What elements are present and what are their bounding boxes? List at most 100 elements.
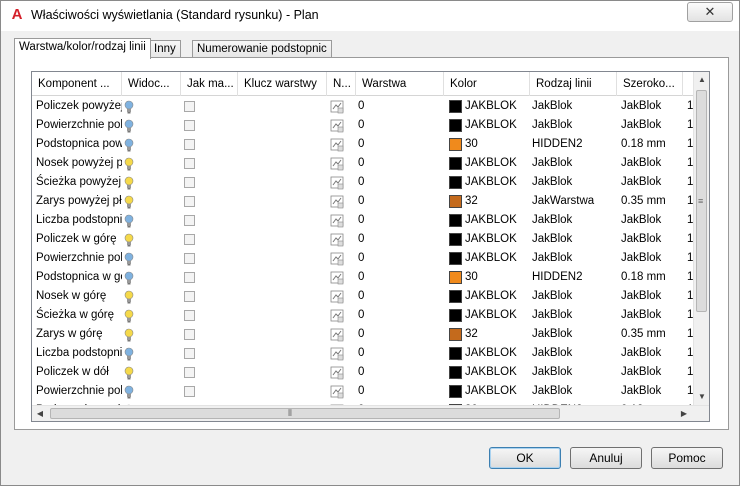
- linetype-cell[interactable]: JakBlok: [532, 116, 616, 135]
- linetype-cell[interactable]: JakBlok: [532, 173, 616, 192]
- lightbulb-on-icon[interactable]: [124, 287, 144, 306]
- by-block-checkbox[interactable]: [184, 234, 195, 245]
- by-block-checkbox[interactable]: [184, 329, 195, 340]
- layer-cell[interactable]: 0: [358, 154, 408, 173]
- tab-inny[interactable]: Inny: [149, 40, 181, 58]
- by-block-checkbox[interactable]: [184, 215, 195, 226]
- lightbulb-on-icon[interactable]: [124, 325, 144, 344]
- plot-style-icon[interactable]: [330, 382, 346, 401]
- layer-cell[interactable]: 0: [358, 344, 408, 363]
- linetype-cell[interactable]: JakBlok: [532, 382, 616, 401]
- linetype-cell[interactable]: JakBlok: [532, 287, 616, 306]
- layer-cell[interactable]: 0: [358, 211, 408, 230]
- lightbulb-on-icon[interactable]: [124, 154, 144, 173]
- color-cell[interactable]: 32: [465, 192, 529, 211]
- lightbulb-on-icon[interactable]: [124, 363, 144, 382]
- lineweight-cell[interactable]: JakBlok: [621, 211, 683, 230]
- lineweight-cell[interactable]: JakBlok: [621, 382, 683, 401]
- plot-style-icon[interactable]: [330, 97, 346, 116]
- linetype-cell[interactable]: HIDDEN2: [532, 135, 616, 154]
- plot-style-icon[interactable]: [330, 230, 346, 249]
- component-cell[interactable]: Powierzchnie polic: [36, 382, 122, 401]
- color-cell[interactable]: JAKBLOK: [465, 249, 529, 268]
- table-row[interactable]: Zarys powyżej pła 0 32 JakWarstwa 0.35 mm 1: [32, 192, 694, 211]
- component-cell[interactable]: Liczba podstopnic: [36, 344, 122, 363]
- lightbulb-off-icon[interactable]: [124, 116, 144, 135]
- table-row[interactable]: Ścieżka powyżej p 0 JAKBLOK JakBlok JakBlok 1: [32, 173, 694, 192]
- layer-cell[interactable]: 0: [358, 287, 408, 306]
- lightbulb-off-icon[interactable]: [124, 97, 144, 116]
- layer-cell[interactable]: 0: [358, 268, 408, 287]
- table-row[interactable]: Liczba podstopnic 0 JAKBLOK JakBlok JakBlok 1: [32, 211, 694, 230]
- linetype-cell[interactable]: JakBlok: [532, 363, 616, 382]
- layer-cell[interactable]: 0: [358, 249, 408, 268]
- component-cell[interactable]: Powierzchnie polic: [36, 249, 122, 268]
- layer-cell[interactable]: 0: [358, 382, 408, 401]
- scroll-left-arrow-icon[interactable]: ◀: [32, 406, 48, 421]
- by-block-checkbox[interactable]: [184, 101, 195, 112]
- plot-style-icon[interactable]: [330, 154, 346, 173]
- col-header-komponent[interactable]: Komponent ...: [32, 72, 122, 96]
- col-header-warstwa[interactable]: Warstwa: [356, 72, 444, 96]
- lineweight-cell[interactable]: JakBlok: [621, 306, 683, 325]
- scroll-down-arrow-icon[interactable]: ▼: [694, 389, 709, 405]
- plot-style-icon[interactable]: [330, 344, 346, 363]
- lineweight-cell[interactable]: 0.18 mm: [621, 135, 683, 154]
- lineweight-cell[interactable]: JakBlok: [621, 154, 683, 173]
- lightbulb-off-icon[interactable]: [124, 211, 144, 230]
- component-cell[interactable]: Zarys powyżej pła: [36, 192, 122, 211]
- lineweight-cell[interactable]: JakBlok: [621, 249, 683, 268]
- lineweight-cell[interactable]: JakBlok: [621, 287, 683, 306]
- color-cell[interactable]: JAKBLOK: [465, 363, 529, 382]
- lineweight-cell[interactable]: JakBlok: [621, 230, 683, 249]
- lineweight-cell[interactable]: 0.35 mm: [621, 325, 683, 344]
- lineweight-cell[interactable]: JakBlok: [621, 97, 683, 116]
- by-block-checkbox[interactable]: [184, 310, 195, 321]
- tab-warstwa-kolor-rodzaj[interactable]: Warstwa/kolor/rodzaj linii: [14, 38, 151, 59]
- by-block-checkbox[interactable]: [184, 291, 195, 302]
- lightbulb-off-icon[interactable]: [124, 249, 144, 268]
- by-block-checkbox[interactable]: [184, 253, 195, 264]
- horizontal-scrollbar[interactable]: ◀ ⦀ ▶: [32, 405, 709, 421]
- component-cell[interactable]: Policzek w górę: [36, 230, 122, 249]
- by-block-checkbox[interactable]: [184, 120, 195, 131]
- plot-style-icon[interactable]: [330, 192, 346, 211]
- lightbulb-off-icon[interactable]: [124, 135, 144, 154]
- component-cell[interactable]: Nosek powyżej pł: [36, 154, 122, 173]
- by-block-checkbox[interactable]: [184, 177, 195, 188]
- lineweight-cell[interactable]: JakBlok: [621, 173, 683, 192]
- plot-style-icon[interactable]: [330, 325, 346, 344]
- layer-cell[interactable]: 0: [358, 325, 408, 344]
- plot-style-icon[interactable]: [330, 363, 346, 382]
- scroll-up-arrow-icon[interactable]: ▲: [694, 72, 709, 88]
- component-cell[interactable]: Podstopnica w gór: [36, 268, 122, 287]
- component-cell[interactable]: Ścieżka w górę: [36, 306, 122, 325]
- lightbulb-off-icon[interactable]: [124, 268, 144, 287]
- color-cell[interactable]: JAKBLOK: [465, 97, 529, 116]
- linetype-cell[interactable]: JakWarstwa: [532, 192, 616, 211]
- lineweight-cell[interactable]: JakBlok: [621, 363, 683, 382]
- by-block-checkbox[interactable]: [184, 196, 195, 207]
- table-row[interactable]: Policzek w dół 0 JAKBLOK JakBlok JakBlok 1: [32, 363, 694, 382]
- vertical-scrollbar[interactable]: ▲ ≡ ▼: [693, 72, 709, 405]
- table-row[interactable]: Powierzchnie polic 0 JAKBLOK JakBlok JakBlok…: [32, 249, 694, 268]
- color-cell[interactable]: JAKBLOK: [465, 173, 529, 192]
- color-cell[interactable]: JAKBLOK: [465, 344, 529, 363]
- linetype-cell[interactable]: JakBlok: [532, 249, 616, 268]
- color-cell[interactable]: JAKBLOK: [465, 211, 529, 230]
- layer-cell[interactable]: 0: [358, 116, 408, 135]
- linetype-cell[interactable]: JakBlok: [532, 230, 616, 249]
- table-row[interactable]: Podstopnica w gór 0 30 HIDDEN2 0.18 mm 1: [32, 268, 694, 287]
- help-button[interactable]: Pomoc: [651, 447, 723, 469]
- col-header-szerokosc[interactable]: Szeroko...: [617, 72, 683, 96]
- by-block-checkbox[interactable]: [184, 158, 195, 169]
- color-cell[interactable]: JAKBLOK: [465, 287, 529, 306]
- color-cell[interactable]: JAKBLOK: [465, 230, 529, 249]
- col-header-n[interactable]: N...: [327, 72, 356, 96]
- lightbulb-on-icon[interactable]: [124, 173, 144, 192]
- plot-style-icon[interactable]: [330, 116, 346, 135]
- lineweight-cell[interactable]: JakBlok: [621, 344, 683, 363]
- by-block-checkbox[interactable]: [184, 348, 195, 359]
- color-cell[interactable]: JAKBLOK: [465, 116, 529, 135]
- close-button[interactable]: ✕: [687, 2, 733, 22]
